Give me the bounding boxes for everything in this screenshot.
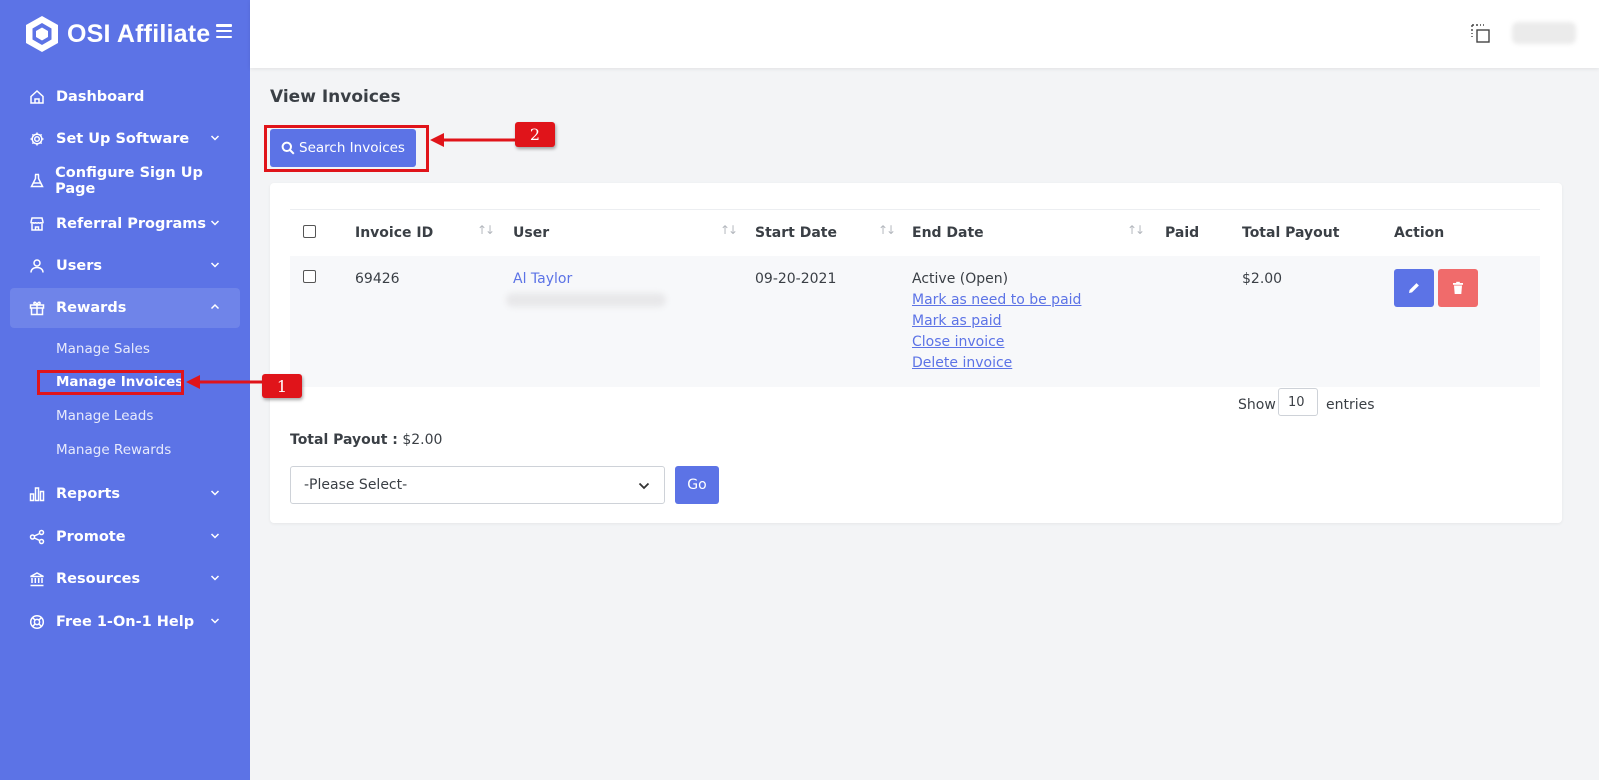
- select-all-checkbox[interactable]: [303, 225, 316, 238]
- cell-invoice-id: 69426: [355, 271, 400, 287]
- topbar: [250, 0, 1599, 68]
- edit-button[interactable]: [1394, 269, 1434, 307]
- cell-end-date-status: Active (Open): [912, 271, 1009, 287]
- gear-icon: [27, 129, 47, 149]
- osi-logo-icon: [26, 16, 58, 52]
- delete-invoice-link[interactable]: Delete invoice: [912, 355, 1012, 371]
- entries-label: entries: [1326, 397, 1375, 413]
- entries-per-page-input[interactable]: 10: [1278, 388, 1318, 416]
- show-label: Show: [1238, 397, 1276, 413]
- nav-dashboard[interactable]: Dashboard: [10, 77, 240, 117]
- gift-icon: [27, 298, 47, 318]
- chevron-down-icon: [210, 618, 220, 624]
- nav-label: Free 1-On-1 Help: [56, 614, 195, 630]
- go-button[interactable]: Go: [675, 466, 719, 504]
- cell-total-payout: $2.00: [1242, 271, 1283, 287]
- nav-label: Configure Sign Up Page: [55, 165, 203, 197]
- nav-label: Promote: [56, 529, 126, 545]
- chevron-down-icon: [210, 490, 220, 496]
- total-payout-value: $2.00: [402, 432, 443, 448]
- nav-label: Referral Programs: [56, 216, 207, 232]
- total-payout-summary: Total Payout : $2.00: [290, 432, 442, 448]
- mark-as-paid-link[interactable]: Mark as paid: [912, 313, 1002, 329]
- bulk-action-value: -Please Select-: [304, 477, 408, 493]
- nav-resources[interactable]: Resources: [10, 559, 240, 599]
- nav-free-help[interactable]: Free 1-On-1 Help: [10, 602, 240, 642]
- col-paid: Paid: [1165, 225, 1200, 241]
- bank-icon: [27, 569, 47, 589]
- brand[interactable]: OSI Affiliate: [22, 12, 210, 56]
- bar-chart-icon: [27, 484, 47, 504]
- nav-label: Resources: [56, 571, 141, 587]
- cell-start-date: 09-20-2021: [755, 271, 837, 287]
- annotation-number-1: 1: [262, 374, 302, 398]
- brand-name: OSI Affiliate: [67, 19, 211, 48]
- total-payout-label: Total Payout :: [290, 432, 398, 448]
- user-icon: [27, 256, 47, 276]
- sort-icon[interactable]: ↑↓: [720, 223, 738, 237]
- nav-promote[interactable]: Promote: [10, 517, 240, 557]
- nav-label: Reports: [56, 486, 121, 502]
- trash-icon: [1453, 281, 1463, 294]
- annotation-highlight-manage-invoices: [37, 370, 184, 395]
- user-menu-avatar[interactable]: [1512, 22, 1576, 44]
- nav-referral-programs[interactable]: Referral Programs: [10, 204, 240, 244]
- nav-label: Set Up Software: [56, 131, 190, 147]
- annotation-highlight-search-button: [264, 125, 429, 172]
- bulk-action-select[interactable]: -Please Select-: [290, 466, 665, 504]
- sort-icon[interactable]: ↑↓: [477, 223, 495, 237]
- menu-toggle-icon[interactable]: [216, 24, 232, 38]
- chevron-down-icon: [210, 533, 220, 539]
- sub-manage-sales[interactable]: Manage Sales: [56, 341, 150, 357]
- nav-label: Rewards: [56, 300, 127, 316]
- annotation-arrow-icon: [186, 375, 262, 389]
- lifebuoy-icon: [27, 612, 47, 632]
- chevron-down-icon: [638, 482, 650, 490]
- chevron-up-icon: [210, 303, 220, 310]
- nav-label: Dashboard: [56, 89, 145, 105]
- home-icon: [27, 87, 47, 107]
- flask-icon: [27, 171, 46, 191]
- table-top-border: [290, 209, 1540, 210]
- chevron-down-icon: [210, 262, 220, 268]
- page-title: View Invoices: [270, 87, 401, 107]
- pencil-icon: [1409, 283, 1419, 293]
- annotation-arrow-icon: [430, 133, 518, 147]
- sort-icon[interactable]: ↑↓: [1127, 223, 1145, 237]
- share-icon: [27, 527, 47, 547]
- mark-need-to-be-paid-link[interactable]: Mark as need to be paid: [912, 292, 1081, 308]
- nav-set-up-software[interactable]: Set Up Software: [10, 119, 240, 159]
- chevron-down-icon: [210, 575, 220, 581]
- nav-rewards[interactable]: Rewards: [10, 288, 240, 328]
- col-user[interactable]: User: [513, 225, 549, 241]
- cell-user-link[interactable]: Al Taylor: [513, 271, 572, 287]
- col-invoice-id[interactable]: Invoice ID: [355, 225, 433, 241]
- invoices-card: Invoice ID ↑↓ User ↑↓ Start Date ↑↓ End …: [270, 183, 1562, 523]
- nav-configure-sign-up-page[interactable]: Configure Sign Up Page: [10, 161, 240, 201]
- nav-reports[interactable]: Reports: [10, 474, 240, 514]
- delete-button[interactable]: [1438, 269, 1478, 307]
- col-total-payout: Total Payout: [1242, 225, 1340, 241]
- sort-icon[interactable]: ↑↓: [878, 223, 896, 237]
- sub-manage-rewards[interactable]: Manage Rewards: [56, 442, 171, 458]
- chevron-down-icon: [210, 135, 220, 141]
- nav-users[interactable]: Users: [10, 246, 240, 286]
- col-action: Action: [1394, 225, 1445, 241]
- row-checkbox[interactable]: [303, 270, 316, 283]
- sub-manage-leads[interactable]: Manage Leads: [56, 408, 153, 424]
- store-icon: [27, 214, 47, 234]
- col-start-date[interactable]: Start Date: [755, 225, 837, 241]
- fullscreen-icon[interactable]: [1470, 23, 1492, 45]
- annotation-number-2: 2: [515, 122, 555, 147]
- nav-label: Users: [56, 258, 103, 274]
- chevron-down-icon: [210, 220, 220, 226]
- close-invoice-link[interactable]: Close invoice: [912, 334, 1004, 350]
- col-end-date[interactable]: End Date: [912, 225, 984, 241]
- user-email-redacted: [506, 293, 666, 307]
